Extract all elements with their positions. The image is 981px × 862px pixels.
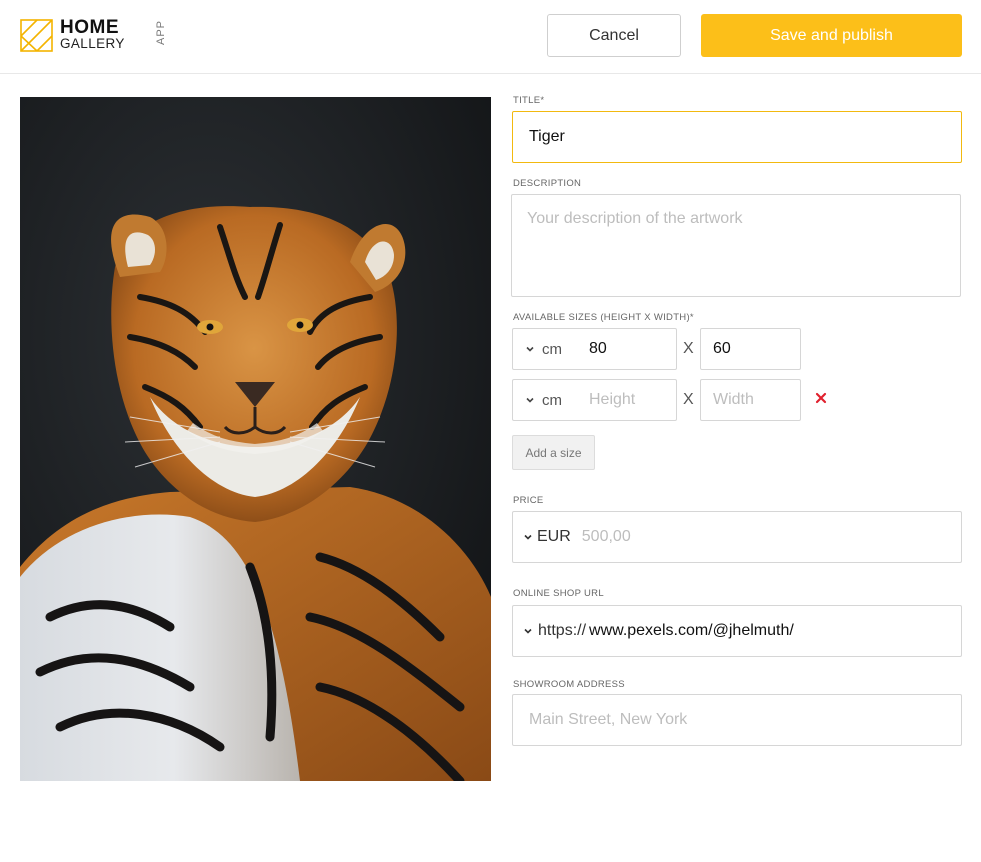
size-row-2-height-input[interactable]: Height	[589, 391, 635, 409]
description-placeholder: Your description of the artwork	[527, 210, 743, 227]
shop-url-label: ONLINE SHOP URL	[513, 588, 604, 599]
logo-word-gallery: GALLERY	[60, 36, 125, 51]
size-row-1-width-value: 60	[713, 340, 731, 357]
chevron-down-icon	[524, 628, 532, 634]
cancel-button[interactable]: Cancel	[547, 14, 681, 57]
price-input-group: EUR 500,00	[512, 511, 962, 563]
title-input[interactable]: Tiger	[512, 111, 962, 163]
logo-word-app: APP	[155, 20, 167, 46]
size-row-1-width-input[interactable]: 60	[700, 328, 801, 370]
currency-select[interactable]: EUR	[513, 528, 571, 546]
size-row-1-unit: cm	[542, 340, 562, 358]
artwork-image	[20, 97, 491, 781]
size-row-1-height-group: cm 80	[512, 328, 677, 370]
title-label: TITLE*	[513, 95, 545, 106]
save-and-publish-button[interactable]: Save and publish	[701, 14, 962, 57]
description-label: DESCRIPTION	[513, 178, 582, 189]
home-gallery-logo[interactable]: HOME GALLERY APP	[20, 17, 167, 52]
currency-value: EUR	[537, 528, 571, 545]
top-bar: HOME GALLERY APP Cancel Save and publish	[0, 0, 981, 74]
logo-wordmark: HOME GALLERY APP	[60, 17, 167, 52]
remove-size-icon[interactable]	[813, 390, 829, 406]
showroom-placeholder: Main Street, New York	[529, 711, 688, 728]
description-textarea[interactable]: Your description of the artwork	[511, 194, 961, 297]
price-input[interactable]: 500,00	[582, 528, 631, 546]
shop-url-input[interactable]: www.pexels.com/@jhelmuth/	[589, 622, 794, 640]
size-row-1-unit-select[interactable]: cm	[513, 341, 577, 358]
protocol-select[interactable]: https://	[513, 622, 586, 640]
showroom-label: SHOWROOM ADDRESS	[513, 679, 625, 690]
size-row-1-height-input[interactable]: 80	[589, 340, 607, 358]
protocol-value: https://	[538, 622, 587, 639]
add-size-button[interactable]: Add a size	[512, 435, 595, 470]
size-row-2-width-input[interactable]: Width	[700, 379, 801, 421]
size-row-2-width-placeholder: Width	[713, 391, 754, 408]
chevron-down-icon	[524, 534, 532, 540]
size-row-1-separator: X	[683, 340, 694, 357]
tiger-illustration	[20, 97, 491, 781]
size-row-2-height-group: cm Height	[512, 379, 677, 421]
size-row-2-separator: X	[683, 391, 694, 408]
price-label: PRICE	[513, 495, 544, 506]
logo-icon	[20, 18, 53, 52]
chevron-down-icon	[526, 397, 534, 403]
shop-url-input-group: https:// www.pexels.com/@jhelmuth/	[512, 605, 962, 657]
showroom-address-input[interactable]: Main Street, New York	[512, 694, 962, 746]
sizes-label: AVAILABLE SIZES (HEIGHT X WIDTH)*	[513, 312, 694, 323]
title-value: Tiger	[529, 128, 565, 145]
size-row-2-unit: cm	[542, 391, 562, 409]
size-row-2-unit-select[interactable]: cm	[513, 392, 577, 409]
chevron-down-icon	[526, 346, 534, 352]
